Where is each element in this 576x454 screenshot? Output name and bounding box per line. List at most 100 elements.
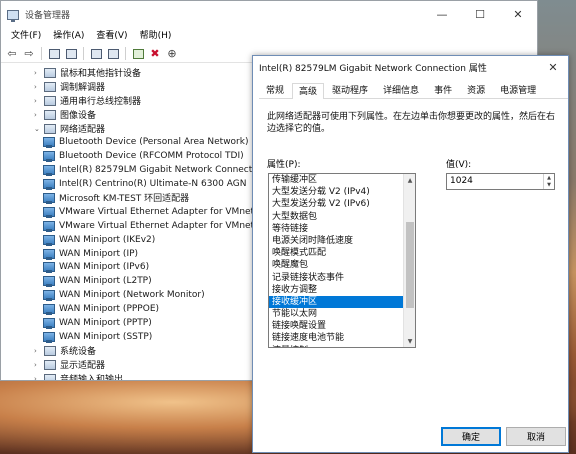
- chevron-right-icon[interactable]: ›: [34, 97, 44, 105]
- device-icon[interactable]: [106, 47, 120, 61]
- tab-3[interactable]: 详细信息: [376, 82, 426, 98]
- cancel-button[interactable]: 取消: [506, 427, 566, 446]
- tree-label: WAN Miniport (PPTP): [59, 317, 152, 328]
- tab-2[interactable]: 驱动程序: [325, 82, 375, 98]
- spin-down-icon[interactable]: ▼: [544, 182, 554, 190]
- property-list-item[interactable]: 链接唤醒设置: [269, 320, 404, 332]
- minimize-button[interactable]: —: [423, 1, 461, 28]
- property-list-item[interactable]: 节能以太网: [269, 308, 404, 320]
- update-driver-icon[interactable]: [131, 47, 145, 61]
- title-bar: 设备管理器 — ☐ ✕: [1, 1, 537, 28]
- toolbar-divider: [83, 47, 84, 60]
- tree-label: Intel(R) 82579LM Gigabit Network Connect…: [59, 165, 266, 176]
- property-list: 传输缓冲区 大型发送分载 V2 (IPv4) 大型发送分载 V2 (IPv6) 大型数…: [269, 174, 415, 347]
- property-list-item[interactable]: 接收方调整: [269, 284, 404, 296]
- property-label: 属性(P):: [267, 160, 301, 170]
- device-manager-app-icon: [7, 9, 19, 22]
- scroll-up-icon[interactable]: ▲: [404, 174, 415, 186]
- device-category-icon: [44, 67, 56, 78]
- tree-label: 系统设备: [60, 347, 97, 358]
- maximize-button[interactable]: ☐: [461, 1, 499, 28]
- chevron-down-icon[interactable]: ⌄: [34, 125, 44, 133]
- tree-label: 显示适配器: [60, 361, 106, 372]
- network-adapter-icon: [43, 165, 55, 177]
- device-category-icon: [44, 345, 56, 356]
- chevron-right-icon[interactable]: ›: [34, 347, 44, 355]
- network-adapter-icon: [43, 317, 55, 329]
- show-hidden-icon[interactable]: [64, 47, 78, 61]
- network-adapter-icon: [43, 331, 55, 343]
- close-button[interactable]: ✕: [499, 1, 537, 28]
- network-adapter-icon: [43, 137, 55, 149]
- value-label: 值(V):: [446, 160, 472, 170]
- tab-6[interactable]: 电源管理: [493, 82, 543, 98]
- chevron-right-icon[interactable]: ›: [34, 83, 44, 91]
- device-category-icon: [44, 359, 56, 370]
- property-list-item[interactable]: 大型数据包: [269, 211, 404, 223]
- dialog-title: Intel(R) 82579LM Gigabit Network Connect…: [259, 63, 487, 74]
- tree-label: 调制解调器: [60, 83, 106, 94]
- chevron-right-icon[interactable]: ›: [34, 361, 44, 369]
- tree-label: VMware Virtual Ethernet Adapter for VMne…: [59, 220, 260, 231]
- uninstall-icon[interactable]: ✖: [148, 47, 162, 61]
- spin-up-icon[interactable]: ▲: [544, 174, 554, 182]
- property-list-item[interactable]: 等待链接: [269, 223, 404, 235]
- chevron-right-icon[interactable]: ›: [34, 69, 44, 77]
- property-list-item[interactable]: 流量控制: [269, 345, 404, 347]
- tab-1[interactable]: 高级: [292, 83, 325, 99]
- tab-4[interactable]: 事件: [427, 82, 459, 98]
- toolbar-divider: [41, 47, 42, 60]
- value-field[interactable]: 1024: [450, 176, 473, 186]
- help-icon[interactable]: [89, 47, 103, 61]
- tab-strip: 常规 高级 驱动程序 详细信息 事件 资源 电源管理: [259, 82, 568, 99]
- ok-button[interactable]: 确定: [441, 427, 501, 446]
- listbox-scrollbar[interactable]: ▲ ▼: [403, 174, 415, 347]
- window-title: 设备管理器: [25, 11, 71, 21]
- network-adapter-icon: [43, 179, 55, 191]
- tree-label: VMware Virtual Ethernet Adapter for VMne…: [59, 206, 260, 217]
- scan-icon[interactable]: ⊕: [165, 47, 179, 61]
- tree-label: WAN Miniport (SSTP): [59, 331, 153, 342]
- tab-5[interactable]: 资源: [460, 82, 492, 98]
- property-list-item[interactable]: 传输缓冲区: [269, 174, 404, 186]
- tree-label: WAN Miniport (PPPOE): [59, 304, 160, 315]
- property-list-item[interactable]: 记录链接状态事件: [269, 272, 404, 284]
- forward-arrow-icon[interactable]: ⇨: [22, 47, 36, 61]
- spin-buttons: ▲ ▼: [543, 174, 554, 189]
- menu-help[interactable]: 帮助(H): [134, 28, 178, 45]
- properties-icon[interactable]: [47, 47, 61, 61]
- network-adapter-icon: [43, 151, 55, 163]
- tree-label: 网络适配器: [60, 125, 106, 135]
- tab-0[interactable]: 常规: [259, 82, 291, 98]
- property-list-item[interactable]: 唤醒模式匹配: [269, 247, 404, 259]
- scroll-down-icon[interactable]: ▼: [404, 335, 415, 347]
- chevron-right-icon[interactable]: ›: [34, 375, 44, 380]
- toolbar-divider: [125, 47, 126, 60]
- chevron-right-icon[interactable]: ›: [34, 111, 44, 119]
- tree-label: WAN Miniport (IP): [59, 248, 139, 259]
- menu-action[interactable]: 操作(A): [47, 28, 90, 45]
- back-arrow-icon[interactable]: ⇦: [5, 47, 19, 61]
- tree-label: Intel(R) Centrino(R) Ultimate-N 6300 AGN: [59, 179, 247, 190]
- property-list-item[interactable]: 唤醒魔包: [269, 259, 404, 271]
- tree-label: 鼠标和其他指针设备: [60, 69, 142, 80]
- network-adapter-icon: [43, 276, 55, 288]
- network-adapter-icon: [43, 234, 55, 246]
- property-list-item[interactable]: 大型发送分载 V2 (IPv6): [269, 198, 404, 210]
- property-list-item[interactable]: 大型发送分载 V2 (IPv4): [269, 186, 404, 198]
- tree-label: 图像设备: [60, 111, 97, 122]
- menu-file[interactable]: 文件(F): [5, 28, 47, 45]
- property-list-item[interactable]: 接收缓冲区: [269, 295, 404, 309]
- tree-label: WAN Miniport (Network Monitor): [59, 290, 205, 301]
- value-spinbox[interactable]: 1024 ▲ ▼: [446, 173, 555, 190]
- dialog-close-button[interactable]: ✕: [538, 61, 568, 74]
- network-adapter-icon: [43, 220, 55, 232]
- property-list-item[interactable]: 链接速度电池节能: [269, 332, 404, 344]
- menu-view[interactable]: 查看(V): [90, 28, 133, 45]
- device-category-icon: [44, 81, 56, 92]
- device-category-icon: [44, 123, 56, 134]
- property-listbox[interactable]: 传输缓冲区 大型发送分载 V2 (IPv4) 大型发送分载 V2 (IPv6) 大型数…: [268, 173, 416, 348]
- scroll-thumb[interactable]: [406, 222, 414, 308]
- property-list-item[interactable]: 电源关闭时降低速度: [269, 235, 404, 247]
- device-category-icon: [44, 95, 56, 106]
